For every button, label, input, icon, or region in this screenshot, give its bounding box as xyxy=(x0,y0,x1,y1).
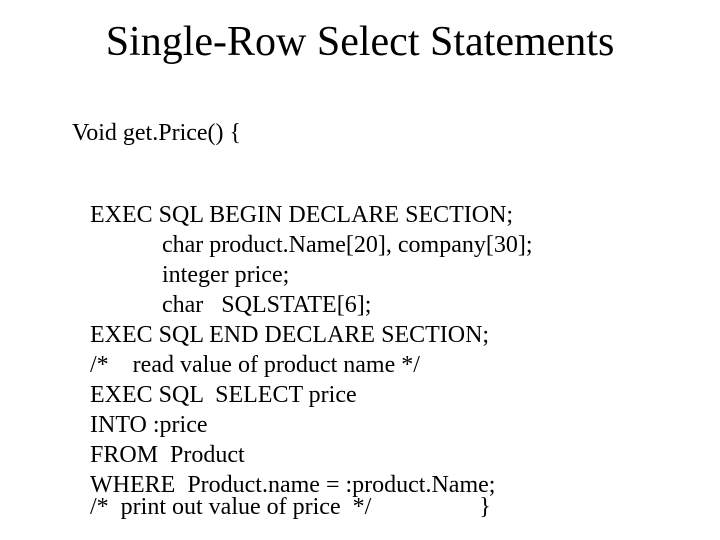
code-line: /* read value of product name */ xyxy=(90,352,420,378)
slide-title: Single-Row Select Statements xyxy=(0,18,720,66)
code-line: char product.Name[20], company[30]; xyxy=(90,232,533,258)
code-footer: /* print out value of price */ } xyxy=(90,494,491,521)
slide: Single-Row Select Statements Void get.Pr… xyxy=(0,0,720,540)
code-line: FROM Product xyxy=(90,442,245,468)
code-line: EXEC SQL END DECLARE SECTION; xyxy=(90,322,489,348)
code-block: EXEC SQL BEGIN DECLARE SECTION; char pro… xyxy=(90,170,533,500)
code-line: integer price; xyxy=(90,262,289,288)
code-line: EXEC SQL BEGIN DECLARE SECTION; xyxy=(90,202,513,228)
code-line: INTO :price xyxy=(90,412,208,438)
code-line: char SQLSTATE[6]; xyxy=(90,292,371,318)
function-signature: Void get.Price() { xyxy=(72,120,241,147)
code-line: EXEC SQL SELECT price xyxy=(90,382,357,408)
